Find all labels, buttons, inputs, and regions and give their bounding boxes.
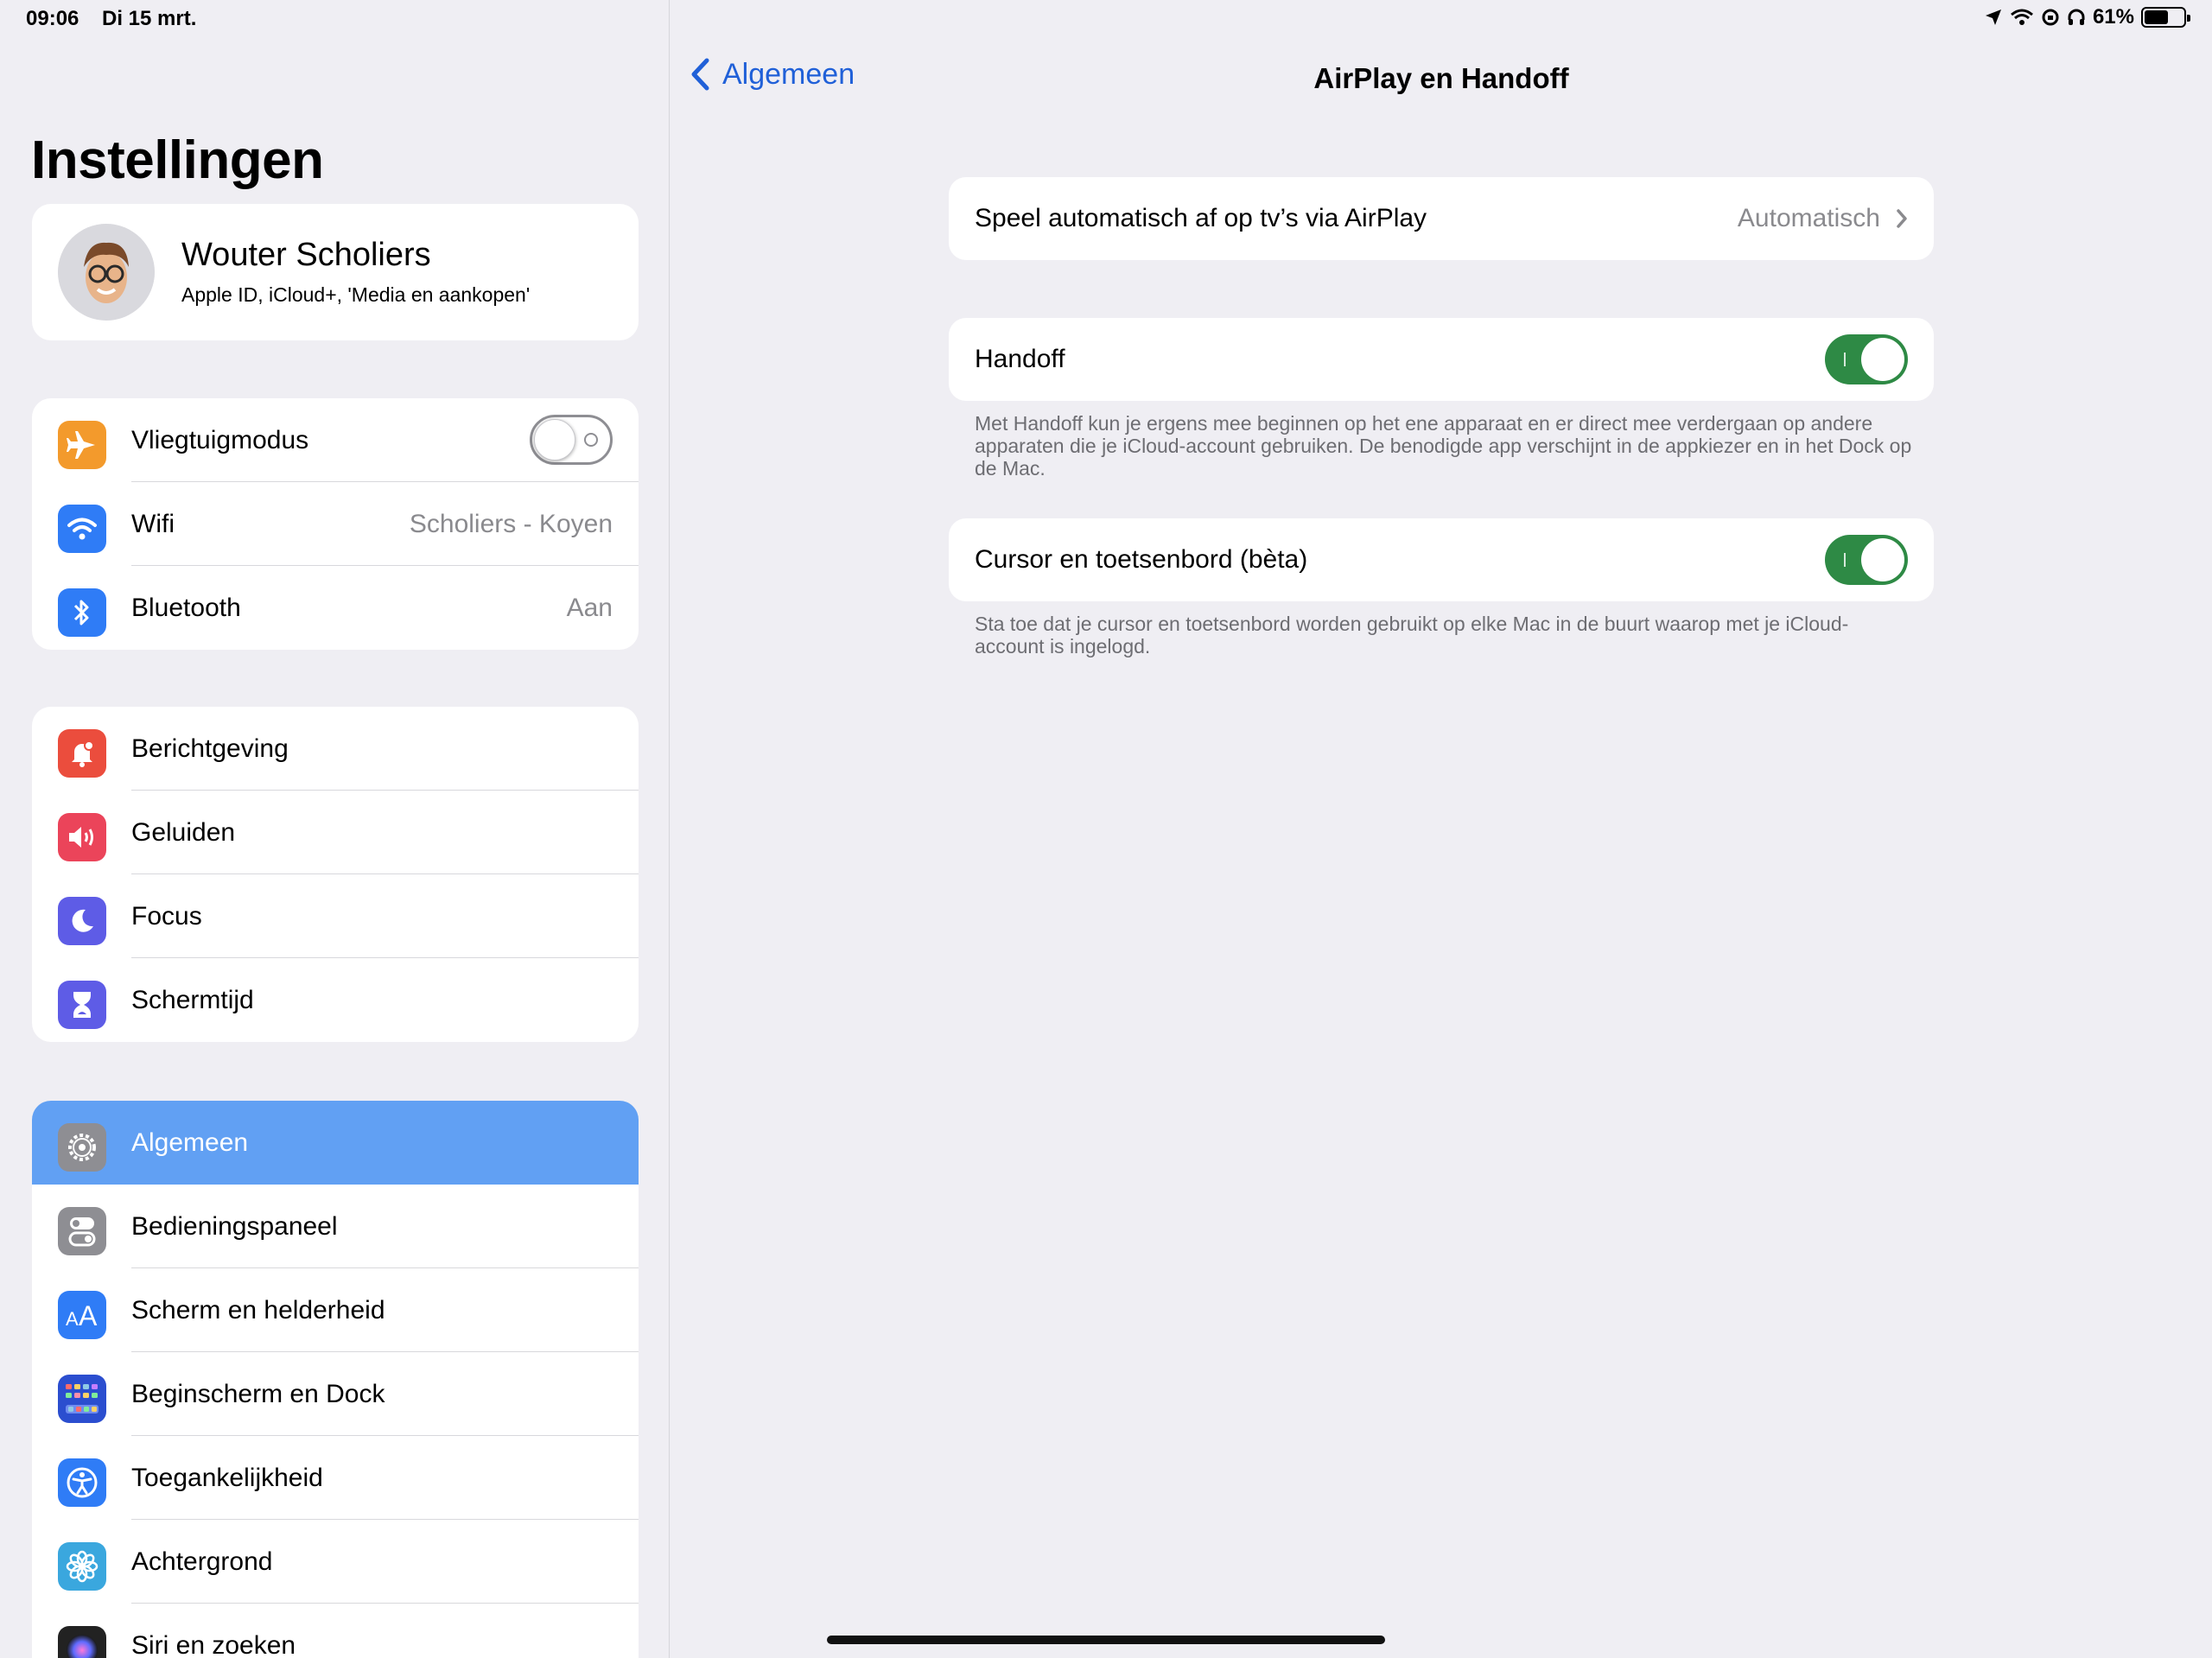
sidebar-item-label: Achtergrond bbox=[131, 1547, 273, 1576]
sidebar-item-focus[interactable]: Focus bbox=[32, 874, 639, 958]
sidebar-item-label: Algemeen bbox=[131, 1128, 249, 1157]
bell-icon bbox=[58, 729, 106, 778]
svg-text:A: A bbox=[66, 1308, 79, 1329]
cursor-label: Cursor en toetsenbord (bèta) bbox=[975, 545, 1308, 574]
hourglass-icon bbox=[58, 981, 106, 1029]
headphones-icon bbox=[2068, 9, 2085, 25]
rotation-lock-icon bbox=[2042, 9, 2059, 26]
accessibility-icon bbox=[58, 1458, 106, 1507]
avatar bbox=[58, 224, 155, 321]
status-time: 09:06 bbox=[26, 7, 79, 30]
sidebar-item-label: Vliegtuigmodus bbox=[131, 425, 309, 454]
status-bar: 09:06 Di 15 mrt. 61% bbox=[0, 0, 2212, 40]
sidebar-item-label: Toegankelijkheid bbox=[131, 1463, 323, 1492]
sidebar-item-geluiden[interactable]: Geluiden bbox=[32, 791, 639, 874]
flower-icon bbox=[58, 1542, 106, 1591]
sidebar-item-beginscherm-en-dock[interactable]: Beginscherm en Dock bbox=[32, 1352, 639, 1436]
sidebar-item-achtergrond[interactable]: Achtergrond bbox=[32, 1520, 639, 1604]
profile-name: Wouter Scholiers bbox=[181, 237, 431, 273]
sidebar-item-vliegtuigmodus[interactable]: Vliegtuigmodus bbox=[32, 398, 639, 482]
general-group: Algemeen Bedieningspaneel AA Scherm en h… bbox=[32, 1101, 639, 1658]
home-indicator[interactable] bbox=[827, 1636, 1385, 1644]
speaker-icon bbox=[58, 813, 106, 861]
sidebar-item-bedieningspaneel[interactable]: Bedieningspaneel bbox=[32, 1185, 639, 1268]
sidebar-item-schermtijd[interactable]: Schermtijd bbox=[32, 958, 639, 1042]
airplay-row[interactable]: Speel automatisch af op tv’s via AirPlay… bbox=[949, 177, 1934, 260]
status-indicators: 61% bbox=[1984, 5, 2190, 29]
airplay-value: Automatisch bbox=[1737, 204, 1880, 232]
handoff-footnote: Met Handoff kun je ergens mee beginnen o… bbox=[975, 412, 1912, 480]
bluetooth-value: Aan bbox=[566, 593, 613, 622]
notifications-group: Berichtgeving Geluiden Focus Schermtijd bbox=[32, 707, 639, 1042]
sidebar-item-bluetooth[interactable]: Bluetooth Aan bbox=[32, 566, 639, 650]
bluetooth-icon bbox=[58, 588, 106, 637]
wifi-status-icon bbox=[2010, 9, 2033, 25]
sidebar-item-label: Focus bbox=[131, 901, 202, 931]
sidebar-item-berichtgeving[interactable]: Berichtgeving bbox=[32, 707, 639, 791]
airplane-mode-toggle[interactable] bbox=[530, 415, 613, 465]
wifi-icon bbox=[58, 505, 106, 553]
sidebar: Instellingen Wouter Scholiers Apple ID, … bbox=[0, 0, 670, 1658]
profile-subtitle: Apple ID, iCloud+, 'Media en aankopen' bbox=[181, 283, 531, 306]
sidebar-item-label: Geluiden bbox=[131, 817, 236, 847]
sidebar-item-label: Schermtijd bbox=[131, 985, 254, 1014]
wifi-network-value: Scholiers - Koyen bbox=[409, 509, 613, 538]
gear-icon bbox=[58, 1123, 106, 1172]
handoff-row: Handoff bbox=[949, 318, 1934, 401]
profile-card[interactable]: Wouter Scholiers Apple ID, iCloud+, 'Med… bbox=[32, 204, 639, 340]
sidebar-item-siri-en-zoeken[interactable]: Siri en zoeken bbox=[32, 1604, 639, 1658]
switches-icon bbox=[58, 1207, 106, 1255]
svg-text:A: A bbox=[79, 1301, 98, 1329]
airplane-icon bbox=[58, 421, 106, 469]
handoff-toggle[interactable] bbox=[1825, 334, 1908, 384]
status-date: Di 15 mrt. bbox=[102, 7, 197, 30]
sidebar-item-scherm-en-helderheid[interactable]: AA Scherm en helderheid bbox=[32, 1268, 639, 1352]
cursor-footnote: Sta toe dat je cursor en toetsenbord wor… bbox=[975, 613, 1849, 657]
text-size-icon: AA bbox=[58, 1291, 106, 1339]
siri-icon bbox=[58, 1626, 106, 1658]
sidebar-item-toegankelijkheid[interactable]: Toegankelijkheid bbox=[32, 1436, 639, 1520]
location-icon bbox=[1985, 10, 2001, 25]
sidebar-item-label: Bedieningspaneel bbox=[131, 1211, 338, 1241]
sidebar-item-wifi[interactable]: Wifi Scholiers - Koyen bbox=[32, 482, 639, 566]
handoff-label: Handoff bbox=[975, 345, 1065, 373]
page-title: AirPlay en Handoff bbox=[1313, 62, 1569, 94]
cursor-row: Cursor en toetsenbord (bèta) bbox=[949, 518, 1934, 601]
moon-icon bbox=[58, 897, 106, 945]
sidebar-item-algemeen[interactable]: Algemeen bbox=[32, 1101, 639, 1185]
sidebar-title: Instellingen bbox=[31, 130, 324, 190]
detail-pane: Algemeen AirPlay en Handoff Speel automa… bbox=[671, 0, 2212, 1658]
battery-icon bbox=[2141, 7, 2190, 28]
sidebar-item-label: Wifi bbox=[131, 509, 175, 538]
sidebar-item-label: Berichtgeving bbox=[131, 734, 289, 763]
sidebar-item-label: Scherm en helderheid bbox=[131, 1295, 385, 1324]
sidebar-item-label: Bluetooth bbox=[131, 593, 241, 622]
airplay-label: Speel automatisch af op tv’s via AirPlay bbox=[975, 204, 1427, 232]
cursor-toggle[interactable] bbox=[1825, 535, 1908, 585]
home-grid-icon bbox=[58, 1375, 106, 1423]
sidebar-item-label: Beginscherm en Dock bbox=[131, 1379, 385, 1408]
connectivity-group: Vliegtuigmodus Wifi Scholiers - Koyen Bl… bbox=[32, 398, 639, 650]
battery-percent: 61% bbox=[2092, 5, 2134, 29]
chevron-right-icon bbox=[1897, 209, 1907, 228]
sidebar-item-label: Siri en zoeken bbox=[131, 1630, 296, 1658]
